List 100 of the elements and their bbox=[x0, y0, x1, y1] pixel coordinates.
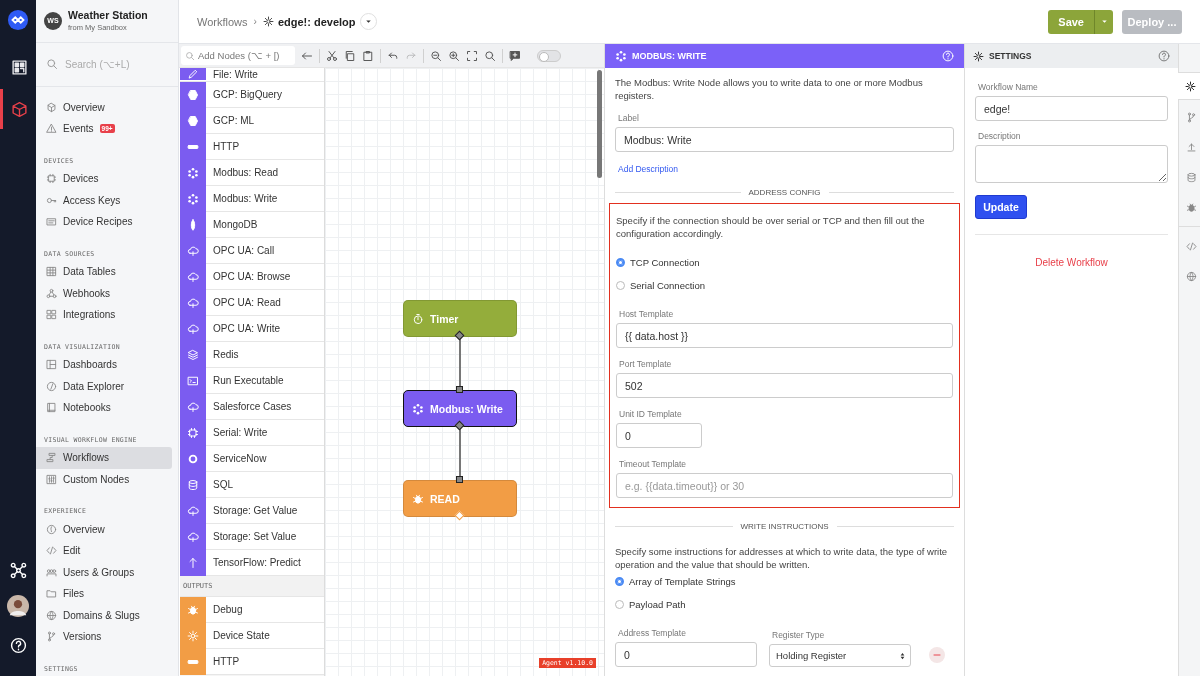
node-palette-item[interactable]: Modbus: Write bbox=[180, 186, 324, 212]
register-type-select[interactable]: Holding Register bbox=[769, 644, 911, 667]
side-tab[interactable] bbox=[1178, 72, 1200, 100]
node-palette-item[interactable]: Debug bbox=[180, 597, 324, 623]
radio-button[interactable] bbox=[615, 577, 624, 586]
nav-item[interactable]: Overview bbox=[36, 96, 172, 118]
compass-icon bbox=[46, 380, 57, 392]
caret-icon bbox=[363, 17, 373, 26]
save-options-button[interactable] bbox=[1095, 9, 1113, 34]
nav-item[interactable]: Overview bbox=[36, 518, 172, 540]
node-palette-item[interactable]: MongoDB bbox=[180, 212, 324, 238]
workflow-node[interactable]: Modbus: Write bbox=[403, 390, 517, 427]
description-field[interactable] bbox=[975, 145, 1168, 183]
undo-icon[interactable] bbox=[387, 49, 399, 62]
node-palette-item[interactable]: GCP: BigQuery bbox=[180, 82, 324, 108]
node-palette-item[interactable]: OPC UA: Browse bbox=[180, 264, 324, 290]
nav-item[interactable]: Devices bbox=[36, 168, 172, 190]
nav-item[interactable]: Data Explorer bbox=[36, 375, 172, 397]
radio-option[interactable]: Array of Template Strings bbox=[615, 569, 954, 594]
network-icon[interactable] bbox=[9, 562, 27, 579]
text-field[interactable]: e.g. {{data.timeout}} or 30 bbox=[616, 473, 953, 498]
add-nodes-field[interactable]: Add Nodes (⌥ + [) bbox=[181, 46, 295, 65]
hexagon-icon bbox=[187, 114, 199, 127]
nav-item[interactable]: Access Keys bbox=[36, 189, 172, 211]
add-comment-icon[interactable] bbox=[509, 49, 521, 62]
add-description-link[interactable]: Add Description bbox=[618, 164, 954, 174]
logo-icon[interactable] bbox=[7, 9, 29, 31]
output-port[interactable] bbox=[454, 330, 465, 341]
node-palette-item[interactable]: HTTP bbox=[180, 649, 324, 675]
fit-screen-icon[interactable] bbox=[466, 49, 478, 62]
radio-button[interactable] bbox=[616, 258, 625, 267]
delete-workflow-link[interactable]: Delete Workflow bbox=[1035, 257, 1108, 268]
radio-button[interactable] bbox=[615, 600, 624, 609]
radio-option[interactable]: Payload Path bbox=[615, 592, 954, 617]
node-palette-item[interactable]: OPC UA: Call bbox=[180, 238, 324, 264]
node-palette-item[interactable]: Storage: Get Value bbox=[180, 498, 324, 524]
nav-item[interactable]: Workflows bbox=[36, 447, 172, 469]
nav-item[interactable]: Device Recipes bbox=[36, 211, 172, 233]
text-field[interactable]: 0 bbox=[616, 423, 702, 448]
version-dropdown-button[interactable] bbox=[359, 13, 377, 30]
output-port[interactable] bbox=[454, 420, 465, 431]
label-field[interactable]: Modbus: Write bbox=[615, 127, 954, 152]
arrow-left-icon[interactable] bbox=[301, 49, 313, 62]
cut-icon[interactable] bbox=[326, 49, 338, 62]
nav-item[interactable]: Files bbox=[36, 583, 172, 605]
node-palette-item[interactable]: Storage: Set Value bbox=[180, 524, 324, 550]
avatar-icon[interactable] bbox=[7, 595, 29, 617]
nav-item[interactable]: Notebooks bbox=[36, 397, 172, 419]
zoom-in-icon[interactable] bbox=[448, 49, 460, 62]
globe-icon bbox=[1185, 270, 1197, 282]
settings-icon bbox=[1185, 80, 1196, 92]
squares-icon bbox=[46, 309, 57, 321]
toggle-switch[interactable] bbox=[537, 49, 561, 62]
update-button[interactable]: Update bbox=[975, 195, 1027, 219]
address-field[interactable]: 0 bbox=[615, 642, 757, 667]
nav-item[interactable]: Data Tables bbox=[36, 261, 172, 283]
cloud-icon bbox=[187, 296, 199, 309]
node-palette-item[interactable]: File: Write bbox=[180, 68, 324, 82]
search-field[interactable]: Search (⌥+L) bbox=[63, 57, 167, 71]
node-palette-item[interactable]: OPC UA: Write bbox=[180, 316, 324, 342]
nav-item[interactable]: Users & Groups bbox=[36, 561, 172, 583]
input-port[interactable] bbox=[456, 476, 463, 483]
node-palette-item[interactable]: GCP: ML bbox=[180, 108, 324, 134]
radio-button[interactable] bbox=[616, 281, 625, 290]
node-palette-item[interactable]: OPC UA: Read bbox=[180, 290, 324, 316]
node-palette-item[interactable]: SQL bbox=[180, 472, 324, 498]
nav-item[interactable]: Edit bbox=[36, 540, 172, 562]
node-palette-item[interactable]: Redis bbox=[180, 342, 324, 368]
nav-item[interactable]: Versions bbox=[36, 626, 172, 648]
sort-arrows-icon bbox=[900, 651, 905, 660]
paste-icon[interactable] bbox=[362, 49, 374, 62]
node-palette-item[interactable]: ServiceNow bbox=[180, 446, 324, 472]
radio-option[interactable]: Serial Connection bbox=[616, 273, 953, 298]
book-icon bbox=[46, 402, 57, 414]
nav-item[interactable]: Domains & Slugs bbox=[36, 604, 172, 626]
radio-option[interactable]: TCP Connection bbox=[616, 250, 953, 275]
section-heading: ADDRESS CONFIG bbox=[748, 188, 821, 197]
workflow-name-field[interactable]: edge! bbox=[975, 96, 1168, 121]
node-palette-item[interactable]: HTTP bbox=[180, 134, 324, 160]
input-port[interactable] bbox=[456, 386, 463, 393]
copy-icon[interactable] bbox=[344, 49, 356, 62]
text-field[interactable]: {{ data.host }} bbox=[616, 323, 953, 348]
remove-button[interactable] bbox=[929, 647, 945, 663]
node-palette-item[interactable]: TensorFlow: Predict bbox=[180, 550, 324, 576]
node-palette-item[interactable]: Modbus: Read bbox=[180, 160, 324, 186]
nav-item[interactable]: Integrations bbox=[36, 304, 172, 326]
node-palette-item[interactable]: Salesforce Cases bbox=[180, 394, 324, 420]
text-field[interactable]: 502 bbox=[616, 373, 953, 398]
search-icon[interactable] bbox=[484, 49, 496, 62]
node-palette-item[interactable]: Device State bbox=[180, 623, 324, 649]
zoom-out-icon[interactable] bbox=[430, 49, 442, 62]
field-label: Host Template bbox=[619, 309, 675, 319]
circle-icon bbox=[46, 523, 57, 535]
nav-item[interactable]: Webhooks bbox=[36, 282, 172, 304]
scrollbar[interactable] bbox=[597, 70, 602, 178]
nav-item[interactable]: Custom Nodes bbox=[36, 468, 172, 490]
node-palette-item[interactable]: Serial: Write bbox=[180, 420, 324, 446]
breadcrumb-link[interactable]: Workflows bbox=[197, 15, 248, 28]
node-palette-item[interactable]: Run Executable bbox=[180, 368, 324, 394]
nav-item[interactable]: Dashboards bbox=[36, 354, 172, 376]
